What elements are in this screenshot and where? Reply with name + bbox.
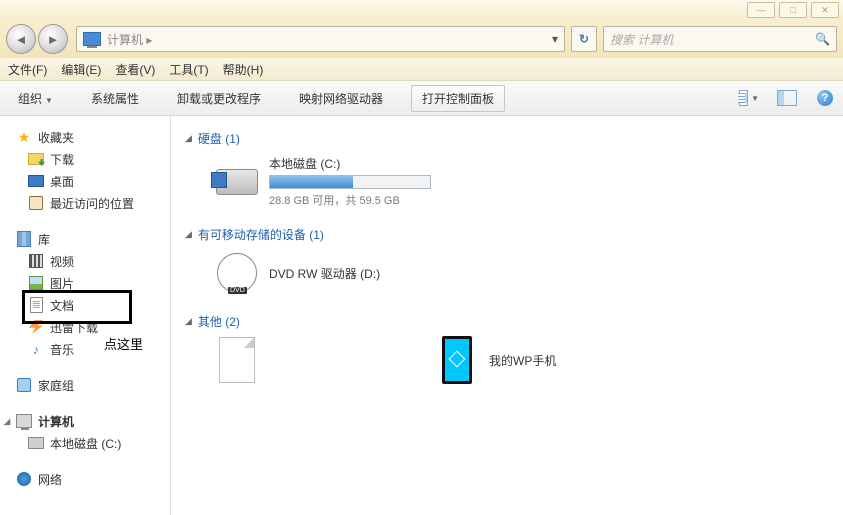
- computer-icon: [83, 32, 101, 46]
- minimize-button[interactable]: —: [747, 2, 775, 18]
- item-wp-phone[interactable]: 我的WP手机: [435, 338, 635, 382]
- menu-view[interactable]: 查看(V): [115, 61, 155, 78]
- picture-icon: [28, 275, 44, 291]
- chevron-down-icon: ▼: [45, 96, 53, 105]
- computer-icon: [16, 413, 32, 429]
- expand-icon[interactable]: ◢: [4, 417, 10, 426]
- drive-local-c[interactable]: 本地磁盘 (C:) 28.8 GB 可用，共 59.5 GB: [215, 155, 495, 208]
- uninstall-button[interactable]: 卸载或更改程序: [167, 86, 271, 111]
- sidebar-favorites[interactable]: ★收藏夹: [0, 126, 170, 148]
- sidebar-music[interactable]: ♪音乐: [0, 338, 170, 360]
- file-icon: [215, 338, 259, 382]
- refresh-button[interactable]: ↻: [571, 26, 597, 52]
- menu-bar: 文件(F) 编辑(E) 查看(V) 工具(T) 帮助(H): [0, 58, 843, 81]
- menu-help[interactable]: 帮助(H): [223, 61, 264, 78]
- forward-button[interactable]: ►: [38, 24, 68, 54]
- content-pane: ◢硬盘 (1) 本地磁盘 (C:) 28.8 GB 可用，共 59.5 GB ◢…: [171, 116, 843, 515]
- homegroup-icon: [16, 377, 32, 393]
- menu-file[interactable]: 文件(F): [8, 61, 47, 78]
- sidebar-documents[interactable]: 文档: [0, 294, 170, 316]
- sidebar-libraries[interactable]: 库: [0, 228, 170, 250]
- capacity-bar: [269, 175, 431, 189]
- drive-name: DVD RW 驱动器 (D:): [269, 265, 380, 282]
- sidebar-local-disk-c[interactable]: 本地磁盘 (C:): [0, 432, 170, 454]
- organize-button[interactable]: 组织▼: [8, 86, 63, 111]
- sidebar-computer[interactable]: ◢计算机: [0, 410, 170, 432]
- collapse-icon: ◢: [185, 133, 192, 144]
- desktop-icon: [28, 173, 44, 189]
- phone-icon: [435, 338, 479, 382]
- thunder-icon: [28, 319, 44, 335]
- preview-pane-button[interactable]: [777, 88, 797, 108]
- sidebar-downloads[interactable]: 下载: [0, 148, 170, 170]
- control-panel-button[interactable]: 打开控制面板: [411, 85, 505, 112]
- sidebar-network[interactable]: 网络: [0, 468, 170, 490]
- video-icon: [28, 253, 44, 269]
- search-icon: 🔍: [815, 32, 830, 46]
- hdd-icon: [215, 160, 259, 204]
- group-header-removable[interactable]: ◢有可移动存储的设备 (1): [185, 226, 829, 243]
- maximize-button[interactable]: □: [779, 2, 807, 18]
- system-properties-button[interactable]: 系统属性: [81, 86, 149, 111]
- search-input[interactable]: 搜索 计算机 🔍: [603, 26, 837, 52]
- sidebar-desktop[interactable]: 桌面: [0, 170, 170, 192]
- network-icon: [16, 471, 32, 487]
- sidebar-pictures[interactable]: 图片: [0, 272, 170, 294]
- dvd-icon: [215, 251, 259, 295]
- nav-bar: ◄ ► 计算机 ▸ ▾ ↻ 搜索 计算机 🔍: [0, 20, 843, 58]
- sidebar: ★收藏夹 下载 桌面 最近访问的位置 库 视频 图片 文档 迅雷下载 ♪音乐 家…: [0, 116, 171, 515]
- drive-dvd[interactable]: DVD RW 驱动器 (D:): [215, 251, 495, 295]
- window-titlebar: — □ ✕: [0, 0, 843, 20]
- address-dropdown-icon[interactable]: ▾: [552, 32, 558, 46]
- menu-tools[interactable]: 工具(T): [169, 61, 208, 78]
- group-header-other[interactable]: ◢其他 (2): [185, 313, 829, 330]
- back-button[interactable]: ◄: [6, 24, 36, 54]
- chevron-down-icon: ▼: [751, 94, 759, 103]
- group-header-hdd[interactable]: ◢硬盘 (1): [185, 130, 829, 147]
- item-blank-file[interactable]: [215, 338, 415, 382]
- menu-edit[interactable]: 编辑(E): [61, 61, 101, 78]
- help-button[interactable]: ?: [815, 88, 835, 108]
- document-icon: [28, 297, 44, 313]
- collapse-icon: ◢: [185, 229, 192, 240]
- sidebar-videos[interactable]: 视频: [0, 250, 170, 272]
- recent-icon: [28, 195, 44, 211]
- sidebar-xunlei[interactable]: 迅雷下载: [0, 316, 170, 338]
- toolbar: 组织▼ 系统属性 卸载或更改程序 映射网络驱动器 打开控制面板 ▼ ?: [0, 81, 843, 116]
- search-placeholder: 搜索 计算机: [610, 31, 673, 48]
- star-icon: ★: [16, 129, 32, 145]
- item-name: 我的WP手机: [489, 352, 556, 369]
- map-network-button[interactable]: 映射网络驱动器: [289, 86, 393, 111]
- collapse-icon: ◢: [185, 316, 192, 327]
- downloads-icon: [28, 151, 44, 167]
- annotation-label: 点这里: [104, 334, 143, 353]
- breadcrumb[interactable]: 计算机 ▸: [107, 31, 152, 48]
- close-button[interactable]: ✕: [811, 2, 839, 18]
- drive-name: 本地磁盘 (C:): [269, 155, 431, 172]
- drive-icon: [28, 435, 44, 451]
- libraries-icon: [16, 231, 32, 247]
- view-options-button[interactable]: ▼: [739, 88, 759, 108]
- music-icon: ♪: [28, 341, 44, 357]
- address-bar[interactable]: 计算机 ▸ ▾: [76, 26, 565, 52]
- sidebar-homegroup[interactable]: 家庭组: [0, 374, 170, 396]
- drive-capacity-text: 28.8 GB 可用，共 59.5 GB: [269, 192, 431, 208]
- sidebar-recent[interactable]: 最近访问的位置: [0, 192, 170, 214]
